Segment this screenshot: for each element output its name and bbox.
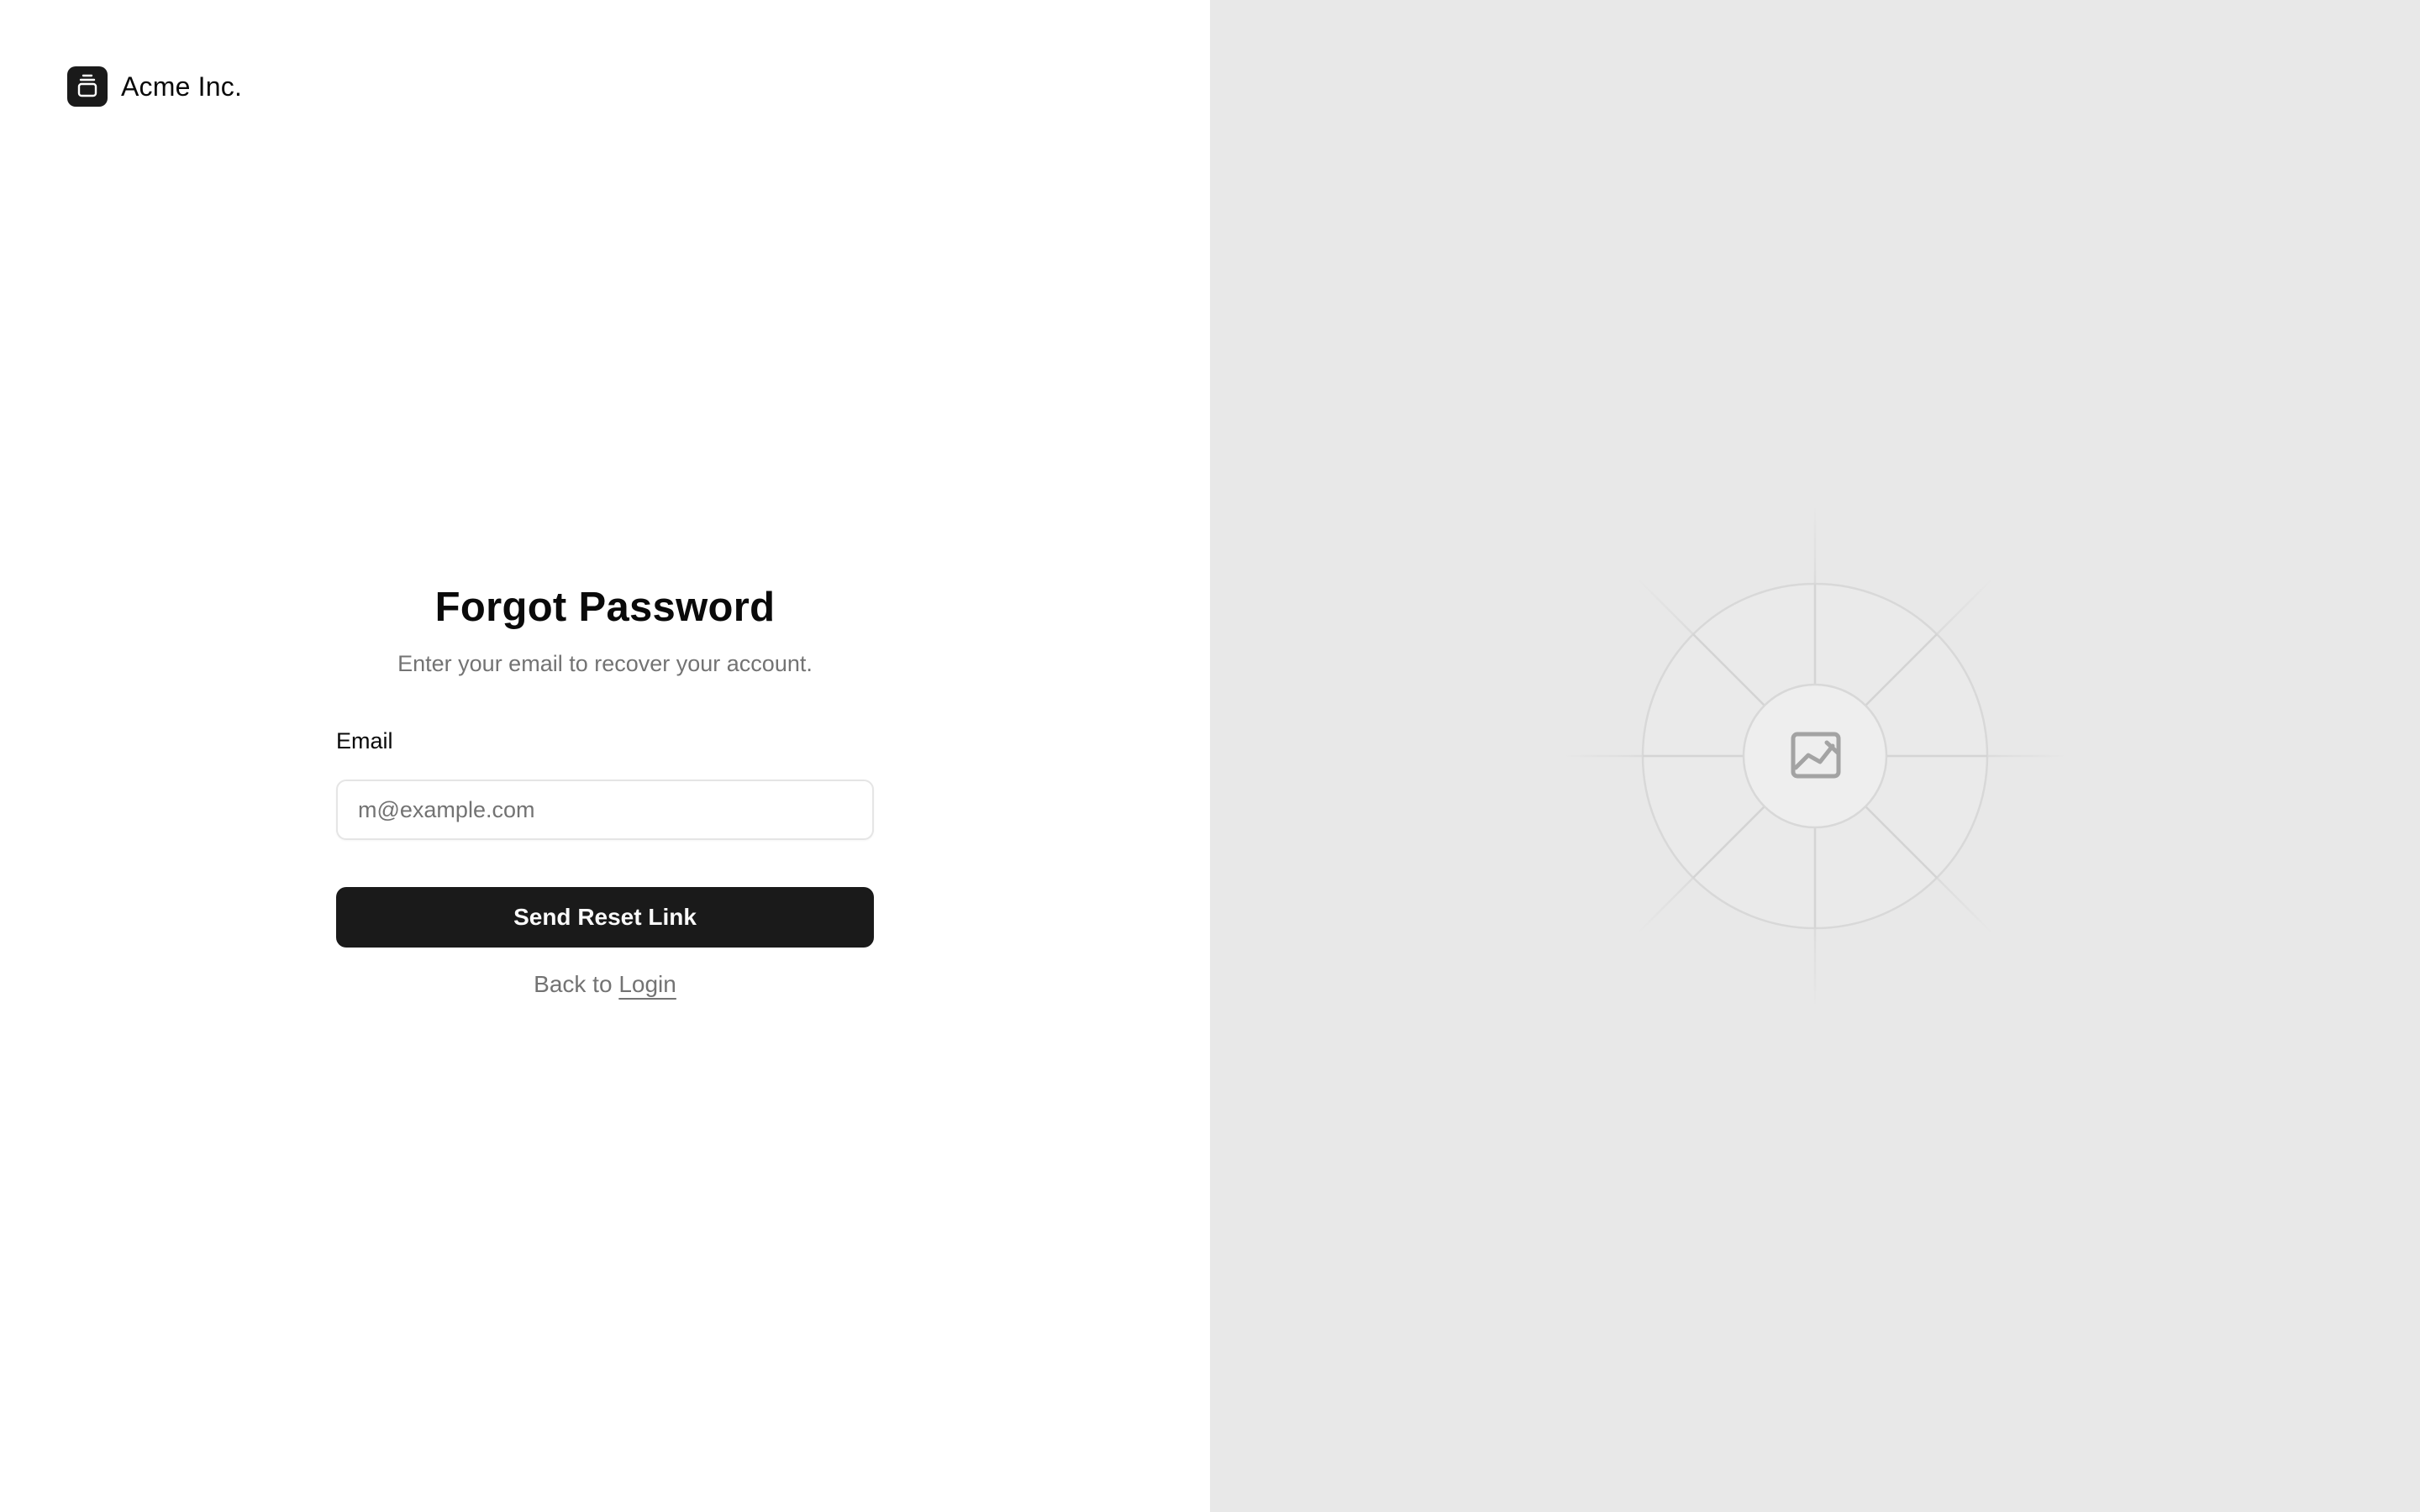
email-input[interactable] xyxy=(336,780,874,840)
page-subtitle: Enter your email to recover your account… xyxy=(397,651,813,676)
back-to-login: Back to Login xyxy=(336,969,874,1000)
image-placeholder-graphic xyxy=(1563,504,2067,1008)
brand-logo-icon xyxy=(67,66,108,107)
brand-name: Acme Inc. xyxy=(121,71,243,102)
send-reset-link-button[interactable]: Send Reset Link xyxy=(336,887,874,948)
back-to-prefix: Back to xyxy=(534,971,613,997)
email-label: Email xyxy=(336,728,393,753)
form-panel: Acme Inc. Forgot Password Enter your ema… xyxy=(0,0,1210,1512)
send-reset-link-label: Send Reset Link xyxy=(513,904,697,930)
login-link[interactable]: Login xyxy=(618,971,676,997)
forgot-password-page: Acme Inc. Forgot Password Enter your ema… xyxy=(0,0,2420,1512)
page-title: Forgot Password xyxy=(434,585,776,630)
inner-circle xyxy=(1742,683,1888,829)
forgot-password-form: Forgot Password Enter your email to reco… xyxy=(336,580,874,1000)
brand[interactable]: Acme Inc. xyxy=(67,66,242,107)
hero-image-panel xyxy=(1210,0,2420,1512)
